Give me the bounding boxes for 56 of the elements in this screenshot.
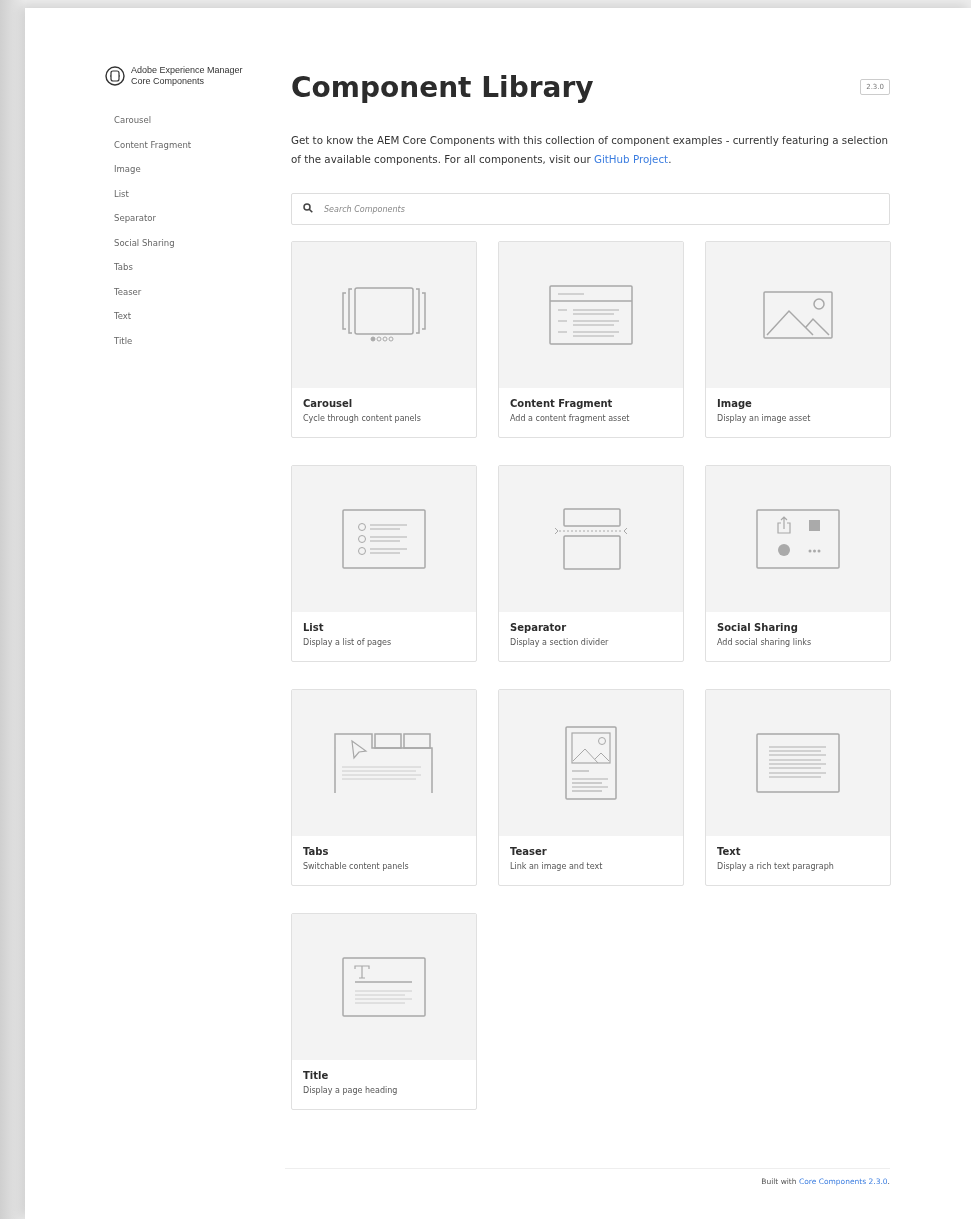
card-title: Content Fragment [510,398,614,409]
brand-subtitle: Core Components [131,76,206,87]
component-card[interactable]: Image Display an image asset [705,241,891,438]
sidebar-link[interactable]: Image [114,164,291,174]
page-title: Component Library [291,71,594,105]
tabs-icon [334,733,434,793]
card-title: Image [717,398,753,409]
card-title: List [303,622,325,633]
sidebar-link[interactable]: Teaser [114,286,291,297]
sidebar-link[interactable]: Separator [114,213,291,223]
component-card[interactable]: List Display a list of pages [291,465,477,662]
logo-icon [105,66,125,86]
component-card[interactable]: Separator Display a section divider [498,465,684,662]
sidebar-link[interactable]: Social Sharing [114,237,291,248]
text-icon [756,733,840,793]
component-card[interactable]: Text Display a rich text paragraph [705,689,891,886]
card-description: Display an image asset [717,414,812,423]
component-card[interactable]: Title Display a page heading [291,913,477,1110]
card-description: Add social sharing links [717,638,813,647]
card-description: Add a content fragment asset [510,414,631,423]
heading-icon [342,957,426,1017]
card-title: Tabs [303,846,330,857]
card-title: Text [717,846,742,857]
sidebar-link[interactable]: Carousel [114,115,291,125]
card-description: Display a list of pages [303,638,393,647]
card-description: Display a page heading [303,1086,399,1095]
sidebar-link[interactable]: List [114,188,291,199]
card-description: Cycle through content panels [303,414,422,423]
card-title: Title [303,1070,330,1081]
component-card[interactable]: Social Sharing Add social sharing links [705,465,891,662]
brand-name: Adobe Experience Manager [131,65,243,76]
share-icon [756,509,840,569]
sidebar-link[interactable]: Content Fragment [114,139,291,150]
component-card[interactable]: Teaser Link an image and text [498,689,684,886]
card-title: Social Sharing [717,622,799,633]
component-card[interactable]: Carousel Cycle through content panels [291,241,477,438]
sidebar-link[interactable]: Title [114,335,291,346]
card-description: Display a rich text paragraph [717,862,835,871]
document-icon [549,285,633,345]
teaser-icon [565,726,617,800]
component-card[interactable]: Tabs Switchable content panels [291,689,477,886]
search-icon [303,203,313,213]
search-field[interactable]: Search Components [291,193,890,225]
card-description: Display a section divider [510,638,610,647]
card-title: Separator [510,622,568,633]
card-title: Teaser [510,846,548,857]
sidebar-link[interactable]: Tabs [114,262,291,272]
component-card[interactable]: Content Fragment Add a content fragment asset [498,241,684,438]
card-description: Link an image and text [510,862,604,871]
card-description: Switchable content panels [303,862,410,871]
card-title: Carousel [303,398,354,409]
intro-text: Get to know the AEM Core Components with this collection of component examples - currently featuring a selection of the available components. For all components, visit our GitHub Project. [291,133,890,167]
sidebar-link[interactable]: Text [114,311,291,321]
image-icon [763,291,833,339]
list-icon [342,509,426,569]
separator-icon [553,508,629,570]
